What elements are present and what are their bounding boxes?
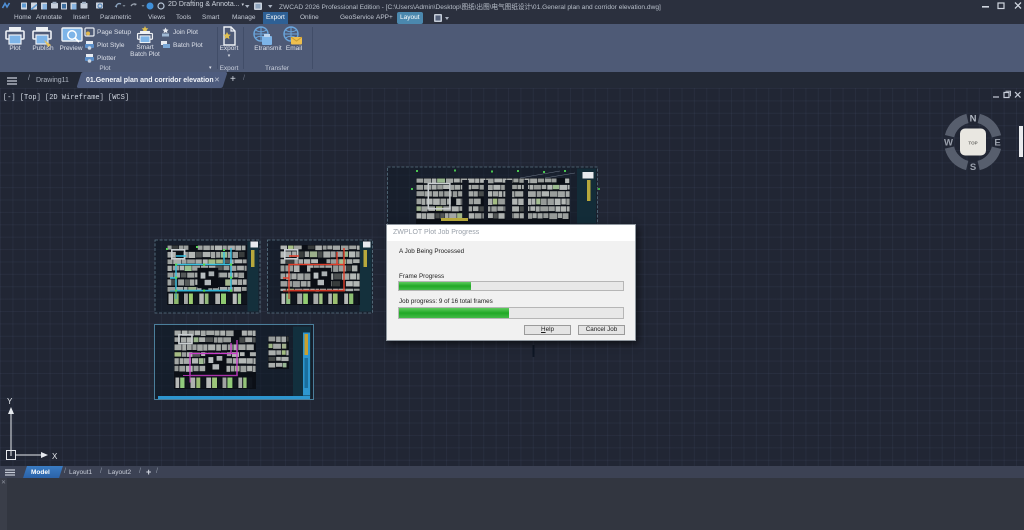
svg-text:N: N [970, 114, 977, 125]
svg-text:E: E [994, 138, 1000, 149]
svg-text:W: W [944, 138, 953, 149]
svg-text:S: S [970, 162, 976, 173]
svg-text:Y: Y [7, 397, 13, 406]
svg-text:X: X [52, 452, 58, 461]
svg-text:TOP: TOP [968, 141, 977, 146]
svg-text:[-] [Top] [2D Wireframe] [WCS]: [-] [Top] [2D Wireframe] [WCS] [3, 94, 129, 102]
